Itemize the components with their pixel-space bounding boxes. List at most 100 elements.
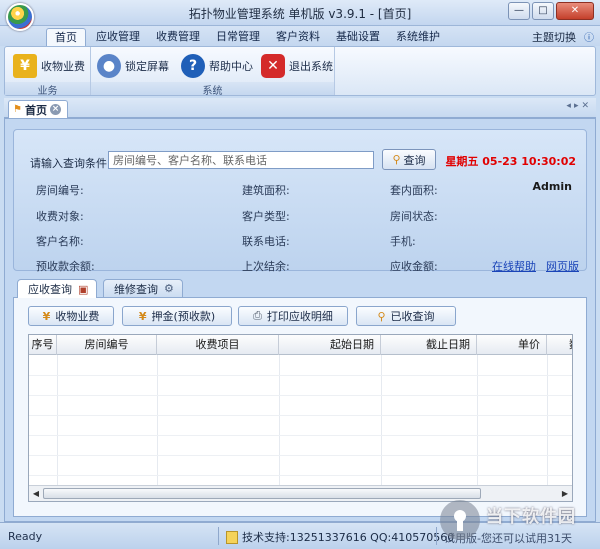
scroll-right-arrow-icon[interactable]: ▶ [559, 488, 571, 499]
scroll-thumb[interactable] [43, 488, 481, 499]
ribbon-group-label: 业务 [5, 82, 90, 97]
grid-column-header[interactable]: 单价 [477, 335, 547, 355]
menu-tab-daily[interactable]: 日常管理 [208, 28, 268, 46]
ribbon: ¥ 收物业费 业务 ● 锁定屏幕 ? 帮助中心 ✕ 退出系统 系统 [4, 46, 596, 97]
web-version-link[interactable]: 网页版 [546, 258, 579, 274]
field-last-balance: 上次结余: [242, 260, 290, 273]
maximize-button[interactable]: □ [532, 2, 554, 20]
box-icon: ▣ [78, 282, 89, 296]
field-build-area: 建筑面积: [242, 184, 290, 197]
ribbon-lock-screen-label: 锁定屏幕 [125, 60, 169, 73]
watermark-text: 当下软件园 [486, 507, 576, 527]
field-room-status: 房间状态: [390, 210, 438, 223]
lock-user-icon: ● [97, 54, 121, 78]
watermark-logo-icon [440, 500, 480, 540]
search-input[interactable] [108, 151, 374, 169]
grid-column-header[interactable]: 数 [547, 335, 572, 355]
field-mobile: 手机: [390, 235, 416, 248]
help-question-icon[interactable]: ⓘ [584, 29, 594, 44]
current-user: Admin [532, 180, 572, 193]
close-tab-icon[interactable]: × [49, 104, 61, 115]
grid-column-header[interactable]: 收费项目 [157, 335, 279, 355]
support-text: 技术支持:13251337616 QQ:410570560 [242, 531, 455, 544]
exit-icon: ✕ [261, 54, 285, 78]
grid-column-header[interactable]: 序号 [29, 335, 57, 355]
horizontal-scrollbar[interactable]: ◀ ▶ [29, 485, 572, 501]
app-logo-icon[interactable] [6, 3, 34, 31]
deposit-button[interactable]: ¥ 押金(预收款) [122, 306, 232, 326]
status-support: 技术支持:13251337616 QQ:410570560 [226, 529, 454, 545]
ribbon-group-business: ¥ 收物业费 业务 [5, 47, 91, 97]
note-icon [226, 530, 238, 544]
yen-icon: ¥ [138, 309, 147, 323]
help-icon: ? [181, 54, 205, 78]
field-customer-name: 客户名称: [36, 235, 84, 248]
menu-bar: 首页 应收管理 收费管理 日常管理 客户资料 基础设置 系统维护 主题切换 ⓘ [0, 26, 600, 46]
query-button[interactable]: ⚲ 查询 [382, 149, 436, 170]
grid-body [29, 355, 572, 485]
document-tab-bar: ⚑ 首页 × ◂▸✕ [4, 98, 596, 118]
tab-repair-query[interactable]: 维修查询 ⚙ [103, 279, 183, 297]
ribbon-group-system: ● 锁定屏幕 ? 帮助中心 ✕ 退出系统 系统 [91, 47, 335, 97]
ribbon-collect-fee-button[interactable]: ¥ 收物业费 [13, 52, 85, 80]
field-room-no: 房间编号: [36, 184, 84, 197]
grid-column-header[interactable]: 截止日期 [381, 335, 477, 355]
status-separator [436, 527, 437, 545]
search-icon: ⚲ [392, 153, 401, 166]
clock-display: 星期五 05-23 10:30:02 [445, 155, 576, 168]
doc-tab-home[interactable]: ⚑ 首页 × [8, 100, 68, 118]
menu-tab-settings[interactable]: 基础设置 [328, 28, 388, 46]
grid-column-header[interactable]: 起始日期 [279, 335, 381, 355]
home-content: 请输入查询条件 ⚲ 查询 星期五 05-23 10:30:02 Admin 房间… [4, 118, 596, 522]
search-icon: ⚲ [377, 309, 386, 323]
print-detail-label: 打印应收明细 [266, 310, 333, 323]
theme-switch-menu[interactable]: 主题切换 [532, 29, 576, 45]
menu-tab-charges[interactable]: 收费管理 [148, 28, 208, 46]
online-help-link[interactable]: 在线帮助 [492, 258, 536, 274]
collected-query-button[interactable]: ⚲ 已收查询 [356, 306, 456, 326]
window-controls: — □ ✕ [508, 2, 594, 20]
collect-fee-label: 收物业费 [55, 310, 100, 323]
field-customer-type: 客户类型: [242, 210, 290, 223]
field-inner-area: 套内面积: [390, 184, 438, 197]
ribbon-lock-screen-button[interactable]: ● 锁定屏幕 [97, 52, 169, 80]
doc-tab-label: 首页 [24, 103, 47, 117]
home-key-icon: ⚑ [13, 104, 22, 115]
menu-tab-receivable[interactable]: 应收管理 [88, 28, 148, 46]
menu-tab-maintenance[interactable]: 系统维护 [388, 28, 448, 46]
ribbon-help-center-label: 帮助中心 [209, 60, 253, 73]
title-bar: 拓扑物业管理系统 单机版 v3.9.1 - [首页] — □ ✕ [0, 0, 600, 31]
query-button-label: 查询 [403, 153, 426, 167]
grid-header: 序号 房间编号 收费项目 起始日期 截止日期 单价 数 [29, 335, 572, 355]
scroll-left-arrow-icon[interactable]: ◀ [30, 488, 42, 499]
deposit-label: 押金(预收款) [151, 310, 216, 323]
status-ready: Ready [8, 530, 43, 543]
receivable-query-panel: ¥ 收物业费 ¥ 押金(预收款) ⎙ 打印应收明细 ⚲ 已收查询 序号 房间编号… [13, 297, 587, 517]
tab-receivable-query-label: 应收查询 [28, 283, 72, 296]
grid-column-header[interactable]: 房间编号 [57, 335, 157, 355]
tab-scroll-arrows[interactable]: ◂▸✕ [566, 101, 592, 111]
printer-icon: ⎙ [253, 309, 262, 322]
tab-repair-query-label: 维修查询 [114, 282, 158, 296]
minimize-button[interactable]: — [508, 2, 530, 20]
field-charge-target: 收费对象: [36, 210, 84, 223]
gear-icon: ⚙ [164, 282, 174, 295]
close-window-button[interactable]: ✕ [556, 2, 594, 20]
tab-receivable-query[interactable]: 应收查询 ▣ [17, 279, 98, 298]
collect-fee-button[interactable]: ¥ 收物业费 [28, 306, 114, 326]
receivable-grid[interactable]: 序号 房间编号 收费项目 起始日期 截止日期 单价 数 [28, 334, 573, 502]
field-receivable: 应收金额: [390, 260, 438, 273]
menu-tab-home[interactable]: 首页 [46, 28, 86, 46]
yen-icon: ¥ [42, 309, 51, 323]
ribbon-group-label: 系统 [91, 82, 334, 97]
print-detail-button[interactable]: ⎙ 打印应收明细 [238, 306, 348, 326]
ribbon-help-center-button[interactable]: ? 帮助中心 [181, 52, 253, 80]
query-label: 请输入查询条件 [30, 157, 107, 170]
ribbon-exit-button[interactable]: ✕ 退出系统 [261, 52, 333, 80]
yen-icon: ¥ [13, 54, 37, 78]
info-panel: 请输入查询条件 ⚲ 查询 星期五 05-23 10:30:02 Admin 房间… [13, 129, 587, 274]
status-separator [218, 527, 219, 545]
menu-tab-customers[interactable]: 客户资料 [268, 28, 328, 46]
field-prepay-balance: 预收款余额: [36, 260, 95, 273]
ribbon-collect-fee-label: 收物业费 [41, 60, 85, 73]
